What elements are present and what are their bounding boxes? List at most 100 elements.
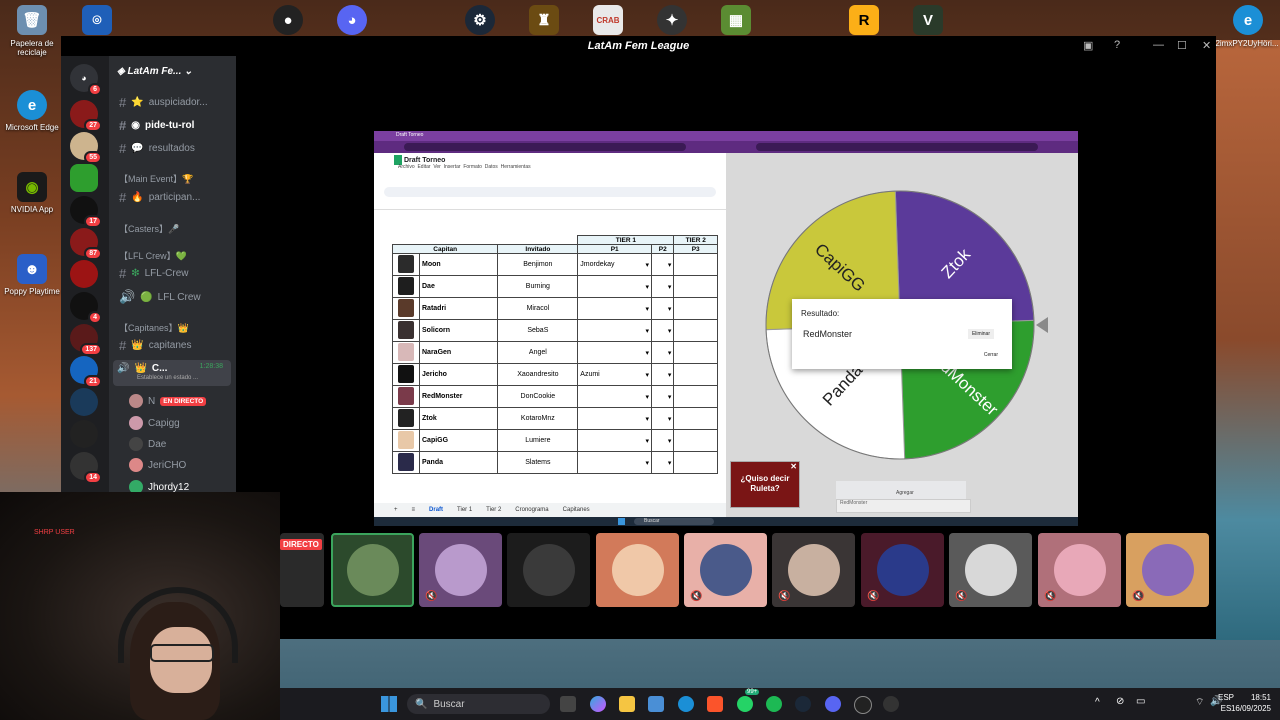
dropdown-arrow-icon[interactable]: ▾ <box>668 306 672 313</box>
voice-status[interactable]: Establece un estado ... <box>137 375 198 381</box>
invited-cell[interactable]: Xaoandresito <box>497 363 579 386</box>
task-view-icon[interactable] <box>560 696 576 712</box>
taskbar-search[interactable]: 🔍 Buscar <box>407 694 550 714</box>
chevron-up-icon[interactable]: ^ <box>1095 697 1100 708</box>
edge-icon[interactable]: e <box>17 90 47 120</box>
server-icon-2[interactable]: 55 <box>70 132 102 164</box>
channel-lfl-crew-voice[interactable]: 🔊 🟢 LFL Crew <box>119 289 201 305</box>
p2-cell[interactable]: ▾ <box>651 429 675 452</box>
brave-icon[interactable] <box>707 696 723 712</box>
server-icon-6[interactable]: 4 <box>70 292 102 324</box>
dropdown-arrow-icon[interactable]: ▾ <box>668 438 672 445</box>
menu-datos[interactable]: Datos <box>485 164 498 170</box>
menu-herramientas[interactable]: Herramientas <box>501 164 531 170</box>
invited-cell[interactable]: Slatems <box>497 451 579 474</box>
discord-home-icon[interactable]: ◕ 6 <box>70 64 102 96</box>
ad-banner[interactable]: ✕ ¿Quiso decir Ruleta? <box>730 461 800 508</box>
p2-cell[interactable]: ▾ <box>651 407 675 430</box>
p1-cell[interactable]: ▾ <box>577 451 653 474</box>
server-icon-5[interactable] <box>70 260 98 288</box>
menu-editar[interactable]: Editar <box>417 164 430 170</box>
dropdown-arrow-icon[interactable]: ▾ <box>646 415 650 423</box>
p3-cell[interactable] <box>673 253 718 276</box>
captain-cell[interactable]: Solicorn <box>418 319 499 342</box>
crab-game-icon[interactable]: CRAB <box>593 5 623 35</box>
counter-strike-icon[interactable]: ✦ <box>657 5 687 35</box>
category-main-event[interactable]: 【Main Event】🏆 <box>119 172 193 185</box>
poppy-playtime-icon[interactable]: ☻ <box>17 254 47 284</box>
gta-icon[interactable]: V <box>913 5 943 35</box>
voice-user-dae[interactable]: Dae <box>129 437 166 451</box>
menu-archivo[interactable]: Archivo <box>398 164 415 170</box>
captain-cell[interactable]: Ztok <box>418 407 499 430</box>
voice-user-capigg[interactable]: Capigg <box>129 416 180 430</box>
app-icon-blue[interactable]: ⌾ <box>82 5 112 35</box>
dropdown-arrow-icon[interactable]: ▾ <box>668 262 672 269</box>
category-capitanes[interactable]: 【Capitanes】👑 <box>119 321 189 334</box>
captain-cell[interactable]: Jericho <box>418 363 499 386</box>
invited-cell[interactable]: SebaS <box>497 319 579 342</box>
sheet-tab-capitanes[interactable]: Capitanes <box>563 507 590 513</box>
close-dialog-button[interactable]: Cerrar <box>984 352 998 358</box>
dropdown-arrow-icon[interactable]: ▾ <box>646 305 650 313</box>
captain-cell[interactable]: Moon <box>418 253 499 276</box>
monitor-icon[interactable]: ▭ <box>1136 696 1145 707</box>
steam-taskbar-icon[interactable] <box>795 696 811 712</box>
p2-cell[interactable]: ▾ <box>651 341 675 364</box>
server-icon-7[interactable]: 137 <box>70 324 102 356</box>
channel-participantes[interactable]: # 🔥 participan... <box>119 190 200 205</box>
help-icon[interactable]: ? <box>1114 39 1120 51</box>
maximize-icon[interactable]: ☐ <box>1177 39 1187 52</box>
recycle-bin-icon[interactable]: 🗑 <box>17 5 47 35</box>
copilot-icon[interactable] <box>590 696 606 712</box>
server-icon-1[interactable]: 27 <box>70 100 102 132</box>
p1-cell[interactable]: ▾ <box>577 385 653 408</box>
p2-cell[interactable]: ▾ <box>651 275 675 298</box>
p2-cell[interactable]: ▾ <box>651 451 675 474</box>
wheel-add-label[interactable]: Agregar <box>896 490 914 496</box>
invited-cell[interactable]: Miracol <box>497 297 579 320</box>
channel-resultados[interactable]: # 💬 resultados <box>119 141 195 156</box>
discord-icon[interactable]: ◕ <box>337 5 367 35</box>
wifi-icon[interactable]: ⌔ <box>1195 696 1204 709</box>
p3-cell[interactable] <box>673 275 718 298</box>
p1-cell[interactable]: ▾ <box>577 429 653 452</box>
dropdown-arrow-icon[interactable]: ▾ <box>668 460 672 467</box>
participant-tile-4[interactable] <box>507 533 590 607</box>
all-sheets-icon[interactable]: ≡ <box>412 507 416 513</box>
captain-cell[interactable]: Panda <box>418 451 499 474</box>
channel-lfl-crew-text[interactable]: # ❇ LFL-Crew <box>119 266 189 281</box>
active-voice-channel[interactable]: 🔊 👑 C... 1:28:38 Establece un estado ... <box>113 360 231 386</box>
invited-cell[interactable]: KotaroMnz <box>497 407 579 430</box>
shared-search-box[interactable]: Buscar <box>634 518 714 525</box>
inbox-icon[interactable]: ▣ <box>1083 39 1093 52</box>
wheel-entries-input[interactable]: RedMonster <box>836 499 971 513</box>
sheet-tab-tier1[interactable]: Tier 1 <box>457 507 472 513</box>
windows-start-icon[interactable] <box>381 696 397 712</box>
p1-cell[interactable]: ▾ <box>577 341 653 364</box>
category-casters[interactable]: 【Casters】🎤 <box>119 222 179 235</box>
menu-ver[interactable]: Ver <box>433 164 441 170</box>
captain-cell[interactable]: RedMonster <box>418 385 499 408</box>
server-icon-8[interactable]: 21 <box>70 356 102 388</box>
dropdown-arrow-icon[interactable]: ▾ <box>668 372 672 379</box>
rockstar-icon[interactable]: R <box>849 5 879 35</box>
voice-user-jericho[interactable]: JeriCHO <box>129 458 186 472</box>
invited-cell[interactable]: Benjimon <box>497 253 579 276</box>
p3-cell[interactable] <box>673 385 718 408</box>
participant-tile-9[interactable]: 🔇 <box>949 533 1032 607</box>
p2-cell[interactable]: ▾ <box>651 363 675 386</box>
p3-cell[interactable] <box>673 407 718 430</box>
p1-cell[interactable]: ▾ <box>577 275 653 298</box>
add-sheet-icon[interactable]: + <box>394 507 398 513</box>
sheet-tab-draft[interactable]: Draft <box>429 507 443 513</box>
p1-cell[interactable]: ▾ <box>577 319 653 342</box>
edge-icon-right[interactable]: e <box>1233 5 1263 35</box>
channel-pide-tu-rol[interactable]: # ◉ pide-tu-rol <box>119 118 194 133</box>
p3-cell[interactable] <box>673 297 718 320</box>
server-icon-active[interactable] <box>70 164 98 192</box>
dropdown-arrow-icon[interactable]: ▾ <box>646 393 650 401</box>
p2-cell[interactable]: ▾ <box>651 297 675 320</box>
invited-cell[interactable]: Lumiere <box>497 429 579 452</box>
dropdown-arrow-icon[interactable]: ▾ <box>646 437 650 445</box>
